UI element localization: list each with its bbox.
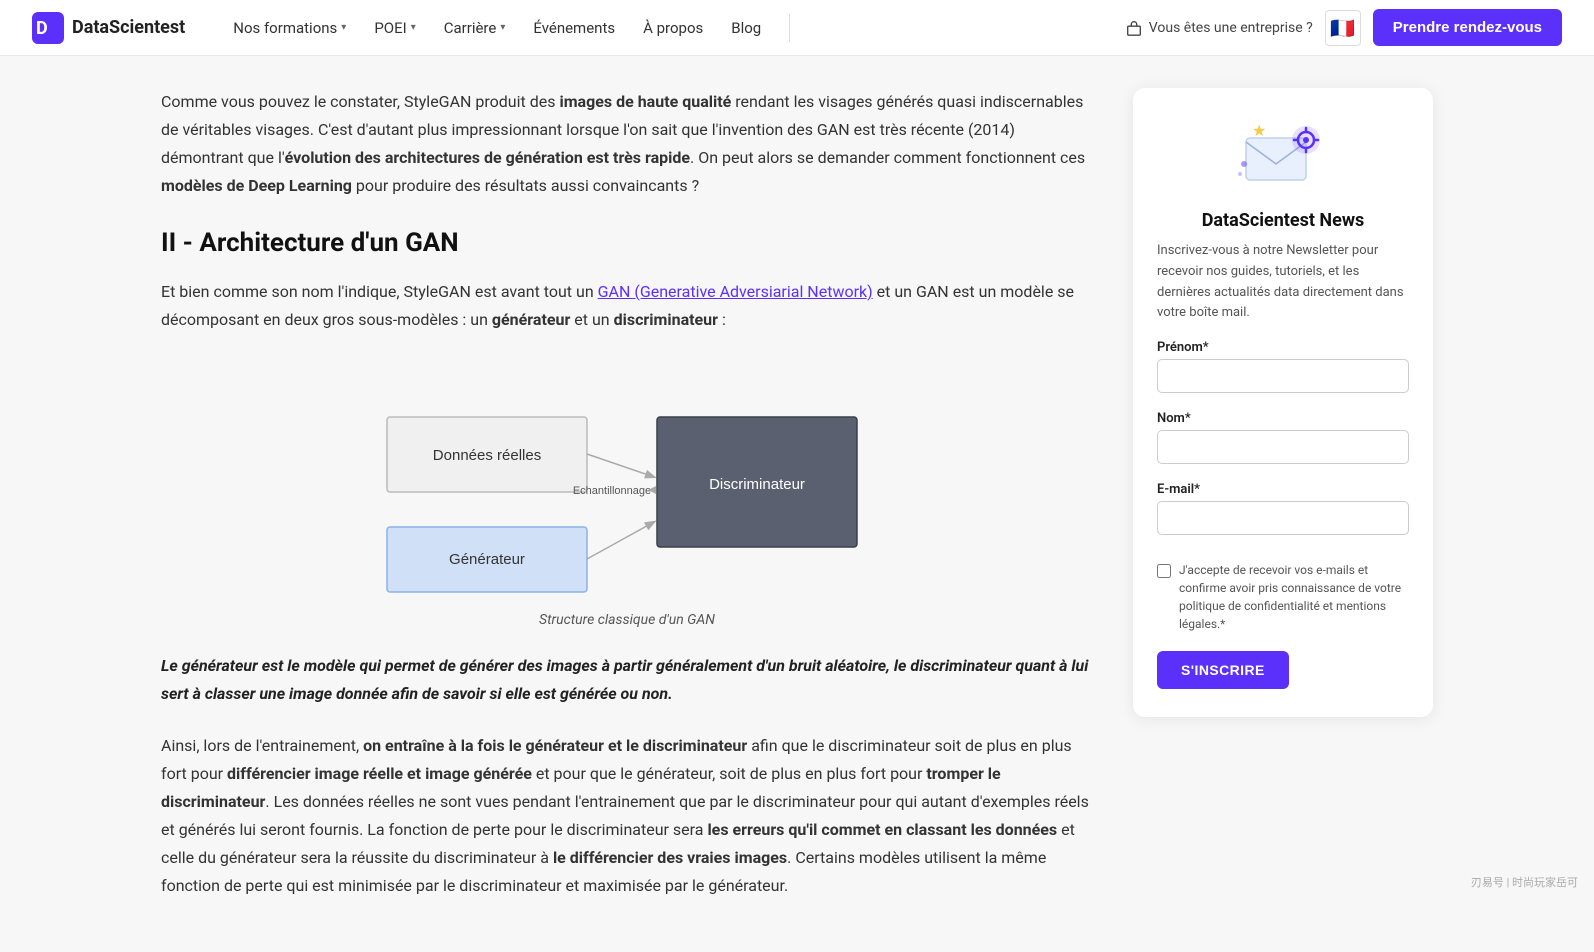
article-blockquote: Le générateur est le modèle qui permet d…	[161, 652, 1093, 708]
nav-carriere[interactable]: Carrière ▾	[432, 11, 518, 45]
logo[interactable]: D DataScientest	[32, 12, 185, 44]
diagram-svg: Données réelles Discriminateur Générateu…	[357, 362, 897, 602]
newsletter-desc: Inscrivez-vous à notre Newsletter pour r…	[1157, 241, 1409, 324]
newsletter-card: ★ DataScientest News Inscrivez-vous à no…	[1133, 88, 1433, 717]
nav-poei[interactable]: POEI ▾	[362, 11, 427, 45]
page-layout: Comme vous pouvez le constater, StyleGAN…	[137, 56, 1457, 952]
nav-apropos[interactable]: À propos	[631, 11, 715, 45]
svg-text:Discriminateur: Discriminateur	[709, 476, 805, 493]
nav-evenements[interactable]: Événements	[521, 11, 627, 45]
email-group: E-mail*	[1157, 482, 1409, 549]
consent-label: J'accepte de recevoir vos e-mails et con…	[1179, 561, 1409, 633]
nav-nos-formations[interactable]: Nos formations ▾	[221, 11, 358, 45]
chevron-down-icon: ▾	[500, 22, 505, 33]
chevron-down-icon: ▾	[341, 22, 346, 33]
svg-text:Données réelles: Données réelles	[433, 447, 541, 464]
article-intro: Comme vous pouvez le constater, StyleGAN…	[161, 88, 1093, 200]
prenom-label: Prénom*	[1157, 340, 1409, 355]
article-para-2: Ainsi, lors de l'entrainement, on entraî…	[161, 732, 1093, 900]
svg-text:★: ★	[1252, 121, 1266, 140]
main-content: Comme vous pouvez le constater, StyleGAN…	[161, 88, 1093, 920]
enterprise-link[interactable]: Vous êtes une entreprise ?	[1125, 19, 1313, 37]
svg-text:Générateur: Générateur	[449, 551, 525, 568]
newsletter-icon: ★	[1238, 116, 1328, 196]
cta-button[interactable]: Prendre rendez-vous	[1373, 9, 1562, 46]
svg-text:D: D	[36, 18, 48, 39]
newsletter-icon-wrap: ★	[1157, 116, 1409, 196]
prenom-group: Prénom*	[1157, 340, 1409, 407]
navbar: D DataScientest Nos formations ▾ POEI ▾ …	[0, 0, 1594, 56]
consent-row: J'accepte de recevoir vos e-mails et con…	[1157, 561, 1409, 633]
consent-checkbox[interactable]	[1157, 564, 1171, 578]
chevron-down-icon: ▾	[411, 22, 416, 33]
nav-right: Vous êtes une entreprise ? 🇫🇷 Prendre re…	[1125, 9, 1562, 46]
diagram-caption: Structure classique d'un GAN	[539, 612, 715, 628]
nav-divider	[789, 14, 790, 42]
language-flag[interactable]: 🇫🇷	[1325, 10, 1361, 46]
logo-icon: D	[32, 12, 64, 44]
diagram-svg-wrap: Données réelles Discriminateur Générateu…	[357, 362, 897, 602]
svg-text:Echantillonnage: Echantillonnage	[573, 485, 651, 497]
prenom-input[interactable]	[1157, 359, 1409, 393]
enterprise-icon	[1125, 19, 1143, 37]
nav-blog[interactable]: Blog	[719, 11, 773, 45]
section-heading: II - Architecture d'un GAN	[161, 228, 1093, 258]
logo-text: DataScientest	[72, 17, 185, 38]
sidebar: ★ DataScientest News Inscrivez-vous à no…	[1133, 88, 1433, 717]
article-para-1: Et bien comme son nom l'indique, StyleGA…	[161, 278, 1093, 334]
gan-link[interactable]: GAN (Generative Adversiarial Network)	[598, 282, 873, 301]
nom-label: Nom*	[1157, 411, 1409, 426]
nom-input[interactable]	[1157, 430, 1409, 464]
watermark: 刃易号 | 时尚玩家岳可	[1471, 874, 1578, 890]
nav-links: Nos formations ▾ POEI ▾ Carrière ▾ Événe…	[221, 9, 1562, 46]
newsletter-title: DataScientest News	[1157, 210, 1409, 231]
subscribe-button[interactable]: S'INSCRIRE	[1157, 651, 1289, 689]
email-input[interactable]	[1157, 501, 1409, 535]
nom-group: Nom*	[1157, 411, 1409, 478]
email-label: E-mail*	[1157, 482, 1409, 497]
gan-diagram: Données réelles Discriminateur Générateu…	[161, 362, 1093, 628]
